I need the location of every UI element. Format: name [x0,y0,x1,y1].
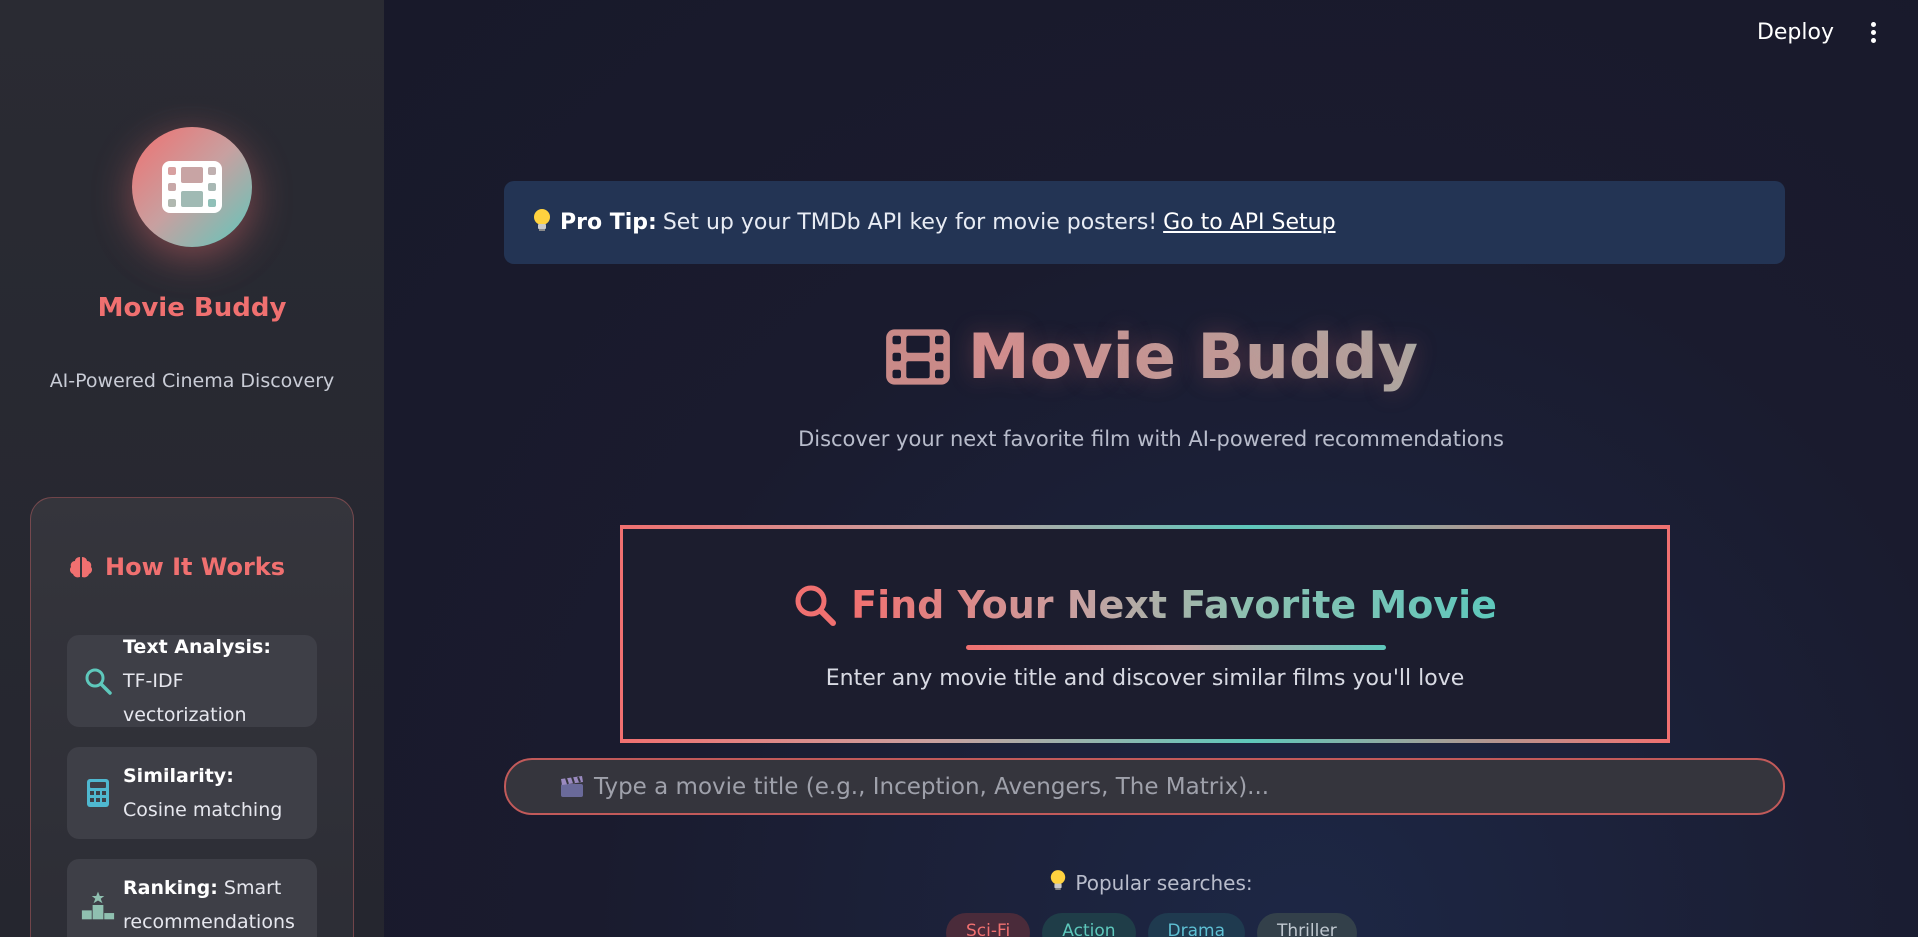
feature-similarity: Similarity: Cosine matching [67,747,317,839]
chip-thriller[interactable]: Thriller [1257,913,1357,937]
popular-searches: Popular searches: [384,869,1918,896]
sidebar-title: Movie Buddy [97,293,287,323]
deploy-button[interactable]: Deploy [1757,20,1834,45]
film-icon [886,328,950,385]
feature-label: Similarity: [123,765,234,787]
feature-label: Text Analysis: [123,636,271,658]
sidebar: Movie Buddy AI-Powered Cinema Discovery … [0,0,384,937]
hero-subtitle: Discover your next favorite film with AI… [798,427,1504,451]
chip-drama[interactable]: Drama [1147,913,1245,937]
movie-search-input[interactable]: Type a movie title (e.g., Inception, Ave… [504,758,1785,815]
hero-title-text: Movie Buddy [967,320,1419,393]
lightbulb-icon [1049,869,1067,896]
finder-underline [966,645,1386,650]
chip-action[interactable]: Action [1042,913,1136,937]
feature-text: Cosine matching [123,799,283,821]
feature-label: Ranking: [123,877,218,899]
how-it-works-label: How It Works [105,553,286,581]
pro-tip-text: Set up your TMDb API key for movie poste… [662,210,1158,235]
finder-title: Find Your Next Favorite Movie [623,583,1667,627]
calculator-icon [87,779,109,807]
film-icon [162,161,222,213]
finder-title-text: Find Your Next Favorite Movie [851,583,1497,627]
popular-chips: Sci-Fi Action Drama Thriller [946,913,1357,937]
pro-tip-banner: Pro Tip: Set up your TMDb API key for mo… [504,181,1785,264]
feature-text: TF-IDF vectorization [123,670,247,726]
kebab-menu-icon[interactable] [1868,22,1878,46]
clapperboard-icon [560,775,584,798]
finder-subtitle: Enter any movie title and discover simil… [825,666,1465,691]
how-it-works-heading: How It Works [67,553,285,581]
podium-icon [81,891,115,920]
sidebar-subtitle: AI-Powered Cinema Discovery [49,370,335,392]
feature-text-analysis: Text Analysis: TF-IDF vectorization [67,635,317,727]
sidebar-logo [132,127,252,247]
hero-title: Movie Buddy [384,320,1918,393]
search-icon [85,668,112,695]
brain-icon [69,557,93,578]
finder-card: Find Your Next Favorite Movie Enter any … [620,525,1670,743]
app-root: Movie Buddy AI-Powered Cinema Discovery … [0,0,1918,937]
main-content: Deploy Pro Tip: Set up your TMDb API key… [384,0,1918,937]
feature-ranking: Ranking: Smart recommendations [67,859,317,937]
lightbulb-icon [532,208,552,238]
popular-label: Popular searches: [1075,870,1253,895]
how-it-works-card: How It Works Text Analysis: TF-IDF vecto… [30,497,354,937]
search-placeholder: Type a movie title (e.g., Inception, Ave… [594,773,1270,800]
chip-sci-fi[interactable]: Sci-Fi [946,913,1031,937]
search-icon [795,585,837,626]
api-setup-link[interactable]: Go to API Setup [1163,210,1335,235]
pro-tip-label: Pro Tip: [560,210,657,235]
